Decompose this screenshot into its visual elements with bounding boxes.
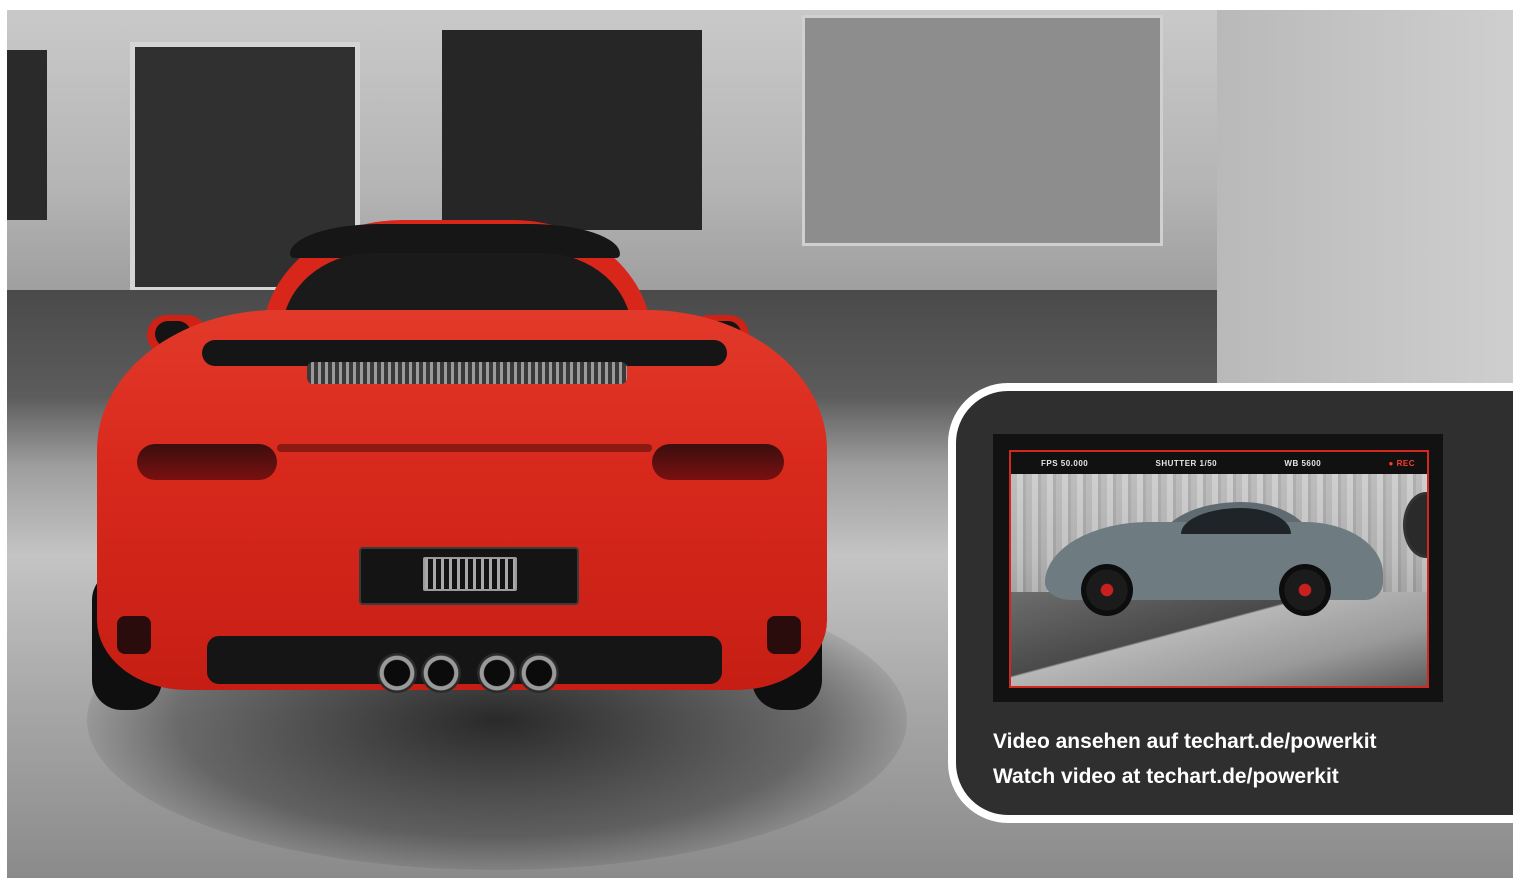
video-promo-card[interactable]: FPS 50.000 SHUTTER 1/50 WB 5600 ● REC Vi… xyxy=(948,383,1513,823)
video-viewfinder: FPS 50.000 SHUTTER 1/50 WB 5600 ● REC xyxy=(1009,450,1429,688)
exhaust-tip xyxy=(477,653,517,693)
wall-window-center xyxy=(442,30,702,230)
grey-car-front-wheel xyxy=(1081,564,1133,616)
license-plate xyxy=(359,547,579,605)
wall-panel xyxy=(802,15,1163,246)
hud-white-balance: WB 5600 xyxy=(1284,458,1322,468)
hud-fps: FPS 50.000 xyxy=(1041,458,1089,468)
taillight-right xyxy=(652,444,784,480)
caption-german[interactable]: Video ansehen auf techart.de/powerkit xyxy=(993,731,1377,752)
caption-english[interactable]: Watch video at techart.de/powerkit xyxy=(993,766,1339,787)
grey-car-rear-wheel xyxy=(1279,564,1331,616)
engine-vent xyxy=(307,362,627,384)
reflector-right xyxy=(767,616,801,654)
rear-diffuser xyxy=(207,636,722,684)
exhaust-tip xyxy=(377,653,417,693)
taillight-left xyxy=(137,444,277,480)
light-bar xyxy=(277,444,652,452)
video-thumbnail[interactable]: FPS 50.000 SHUTTER 1/50 WB 5600 ● REC xyxy=(993,434,1443,702)
techart-logo xyxy=(423,557,517,591)
exhaust-tip xyxy=(519,653,559,693)
wall-window-left xyxy=(7,50,47,220)
exhaust-tip xyxy=(421,653,461,693)
concrete-pillar xyxy=(1217,10,1513,390)
hud-rec-indicator: ● REC xyxy=(1388,458,1415,468)
camera-hud: FPS 50.000 SHUTTER 1/50 WB 5600 ● REC xyxy=(1011,452,1427,474)
hud-shutter: SHUTTER 1/50 xyxy=(1155,458,1218,468)
reflector-left xyxy=(117,616,151,654)
studio-floor xyxy=(1011,592,1427,686)
